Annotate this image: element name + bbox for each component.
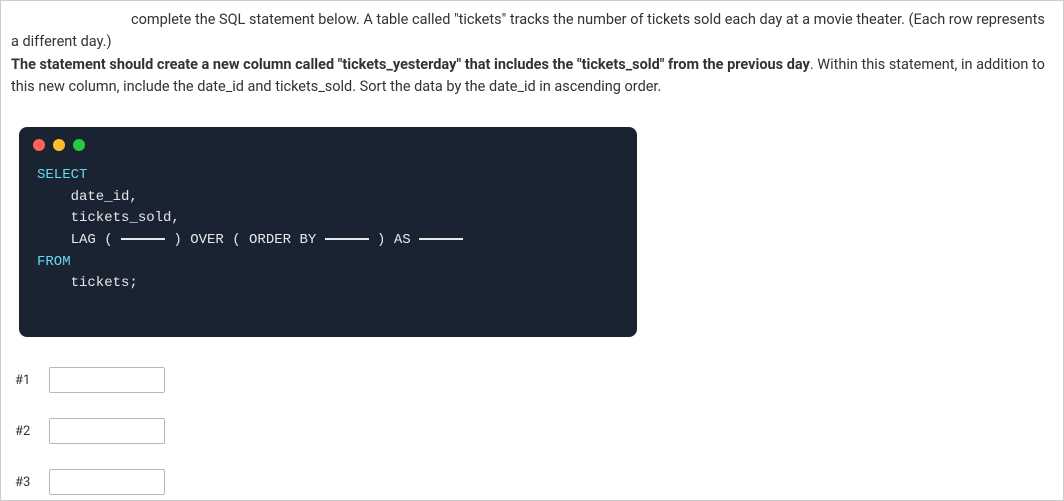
answer-row-1: #1	[15, 367, 1063, 393]
close-icon	[33, 139, 45, 151]
code-line-4c: ) AS	[369, 232, 419, 248]
code-line-2: date_id,	[37, 189, 138, 205]
answer-input-1[interactable]	[49, 367, 165, 393]
blank-3	[419, 238, 463, 240]
code-line-3: tickets_sold,	[37, 210, 180, 226]
maximize-icon	[73, 139, 85, 151]
code-line-6: tickets;	[37, 275, 138, 291]
instruction-part1: complete the SQL statement below. A tabl…	[11, 9, 1053, 54]
answer-label-1: #1	[15, 373, 37, 388]
instruction-text: complete the SQL statement below. A tabl…	[1, 1, 1063, 109]
answer-label-3: #3	[15, 475, 37, 490]
code-line-4b: ) OVER ( ORDER BY	[165, 232, 325, 248]
code-keyword-from: FROM	[37, 254, 71, 270]
blank-1	[121, 238, 165, 240]
window-titlebar	[19, 127, 637, 159]
code-keyword-select: SELECT	[37, 167, 87, 183]
answer-row-2: #2	[15, 418, 1063, 444]
answer-input-3[interactable]	[49, 469, 165, 495]
minimize-icon	[53, 139, 65, 151]
answer-label-2: #2	[15, 424, 37, 439]
answer-row-3: #3	[15, 469, 1063, 495]
blank-2	[325, 238, 369, 240]
instruction-bold: The statement should create a new column…	[11, 56, 810, 73]
code-line-4a: LAG (	[37, 232, 121, 248]
code-block: SELECT date_id, tickets_sold, LAG ( ) OV…	[19, 159, 637, 337]
answer-input-2[interactable]	[49, 418, 165, 444]
answers-section: #1 #2 #3	[15, 367, 1063, 495]
code-window: SELECT date_id, tickets_sold, LAG ( ) OV…	[19, 127, 637, 337]
